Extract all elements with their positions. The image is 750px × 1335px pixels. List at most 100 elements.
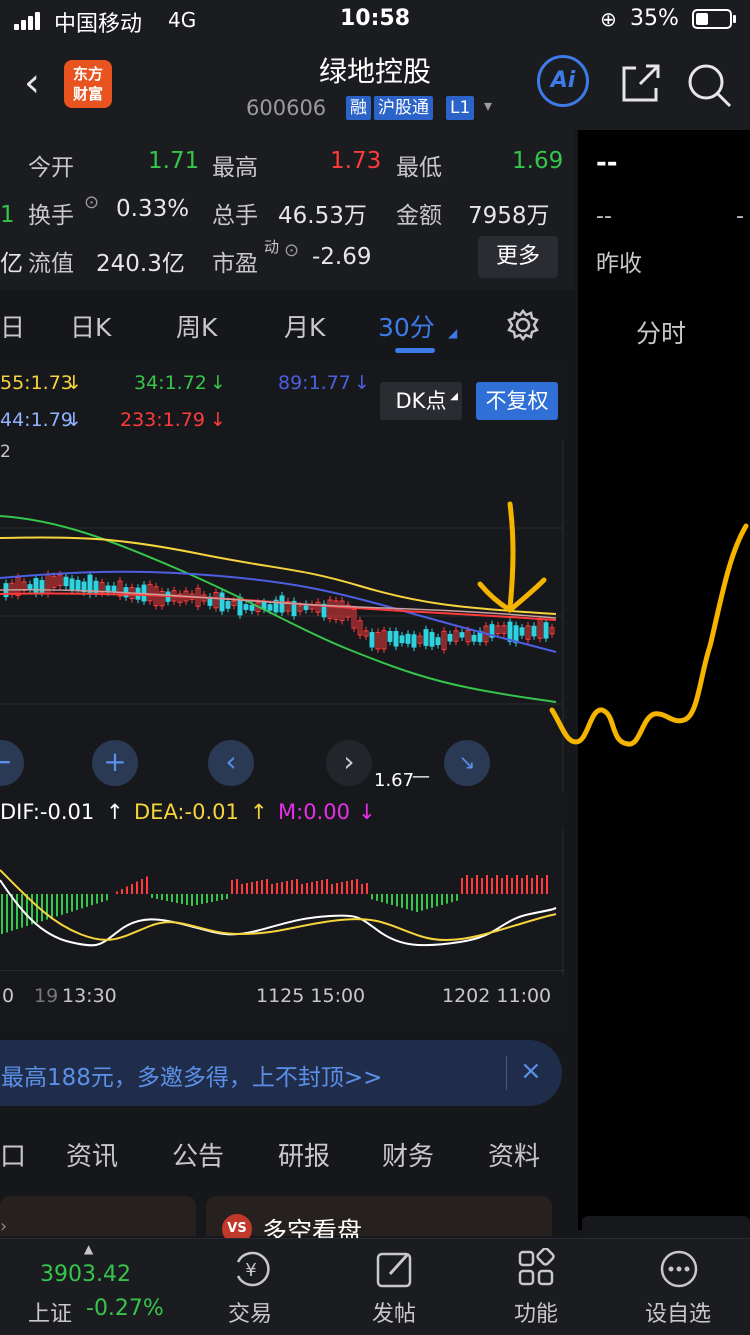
info-icon[interactable]: ⊙: [84, 192, 99, 213]
tab-monthly-k[interactable]: 月K: [284, 308, 325, 344]
pe-superscript: 动: [264, 238, 280, 256]
volume-value: 46.53万: [278, 203, 367, 229]
x-tick: 1202 11:00: [442, 985, 552, 1007]
price-placeholder: --: [596, 148, 618, 178]
share-icon[interactable]: [618, 62, 662, 106]
nav-trade[interactable]: 交易: [200, 1296, 300, 1328]
prev-close-label: 昨收: [596, 251, 642, 277]
high-value: 1.73: [330, 148, 382, 174]
x-tick: 13:30: [62, 985, 117, 1007]
battery-icon: [692, 9, 732, 29]
pct-placeholder: -: [736, 204, 744, 229]
tab-research[interactable]: 研报: [278, 1136, 330, 1173]
tab-news[interactable]: 资讯: [66, 1136, 118, 1173]
ma55-label: 55:1.73: [0, 372, 73, 394]
zoom-in-button[interactable]: +: [92, 740, 138, 786]
tab-weekly-k[interactable]: 周K: [176, 308, 217, 344]
open-label: 今开: [28, 155, 74, 181]
ma89-label: 89:1.77: [278, 372, 351, 394]
edit-icon[interactable]: [374, 1248, 416, 1290]
index-name: 上证: [28, 1302, 73, 1327]
info-icon[interactable]: ⊙: [284, 240, 299, 261]
rotation-lock-icon: ⊕: [600, 7, 617, 31]
yuan-icon[interactable]: ¥: [230, 1248, 272, 1290]
high-label: 最高: [212, 155, 258, 181]
tab-fenshi[interactable]: 分时: [636, 314, 686, 350]
up-arrow-icon: ↑: [106, 800, 124, 824]
low-label: 最低: [396, 155, 442, 181]
float-label: 流值: [28, 251, 74, 277]
close-icon[interactable]: ×: [520, 1056, 542, 1086]
down-arrow-icon: ↓: [210, 372, 226, 394]
tab-indicator: [395, 348, 435, 353]
ai-button[interactable]: Ai: [537, 55, 589, 107]
macd-svg: [0, 830, 564, 975]
signal-icon: [14, 11, 42, 30]
turnover-label: 换手: [28, 203, 74, 229]
stock-code: 600606: [246, 96, 327, 120]
down-arrow-icon: ↓: [354, 372, 370, 394]
x-tick: 1125 15:00: [256, 985, 366, 1007]
open-value: 1.71: [148, 148, 200, 174]
app-logo: 东方 财富: [64, 60, 112, 108]
tab-partial[interactable]: 口: [0, 1136, 26, 1173]
dea-label: DEA:-0.01: [134, 800, 239, 824]
down-arrow-icon: ↓: [210, 409, 226, 431]
down-arrow-icon: ↓: [66, 409, 82, 431]
ma233-label: 233:1.79: [120, 409, 205, 431]
low-value: 1.69: [512, 148, 564, 174]
margin-tag: 融: [346, 96, 371, 120]
card-left[interactable]: [0, 1196, 196, 1236]
scroll-left-button[interactable]: ‹: [208, 740, 254, 786]
tab-daily-k[interactable]: 日K: [70, 308, 111, 344]
no-adjust-button[interactable]: 不复权: [476, 382, 558, 420]
level-tag: L1: [446, 96, 475, 120]
pe-value: -2.69: [312, 244, 372, 270]
turnover-value: 0.33%: [116, 196, 190, 222]
tab-day-partial[interactable]: 日: [0, 308, 25, 344]
partial-left-unit: 亿: [0, 251, 23, 277]
card-bull-bear[interactable]: [206, 1196, 552, 1236]
float-cap-value: 240.3亿: [96, 251, 185, 277]
down-arrow-icon: ↓: [358, 800, 376, 824]
volume-label: 总手: [212, 203, 258, 229]
down-arrow-icon: ↓: [66, 372, 82, 394]
more-button[interactable]: 更多: [478, 236, 558, 278]
amount-label: 金额: [396, 203, 442, 229]
ma34-label: 34:1.72: [134, 372, 207, 394]
tab-finance[interactable]: 财务: [382, 1136, 434, 1173]
grid-icon[interactable]: [516, 1248, 558, 1290]
m-label: M:0.00: [278, 800, 350, 824]
nav-post[interactable]: 发帖: [344, 1296, 444, 1328]
partial-left-value: 1: [0, 202, 15, 228]
x-tick: 0: [2, 985, 15, 1007]
clock: 10:58: [340, 6, 411, 31]
carrier: 中国移动: [54, 12, 143, 37]
dk-point-button[interactable]: DK点 ◢: [380, 382, 462, 420]
index-value: 3903.42: [40, 1262, 131, 1287]
search-icon[interactable]: [686, 60, 734, 108]
back-icon[interactable]: ‹: [24, 60, 40, 106]
nav-watchlist[interactable]: 设自选: [628, 1296, 728, 1328]
pe-label: 市盈: [212, 251, 258, 277]
tab-announcements[interactable]: 公告: [172, 1136, 224, 1173]
promo-text[interactable]: 领最高188元，多邀多得，上不封顶>>: [0, 1058, 382, 1092]
low-marker-line: —: [412, 766, 430, 787]
scroll-right-button[interactable]: ›: [326, 740, 372, 786]
settings-icon[interactable]: [506, 308, 540, 342]
expand-up-icon[interactable]: ▲: [84, 1242, 93, 1256]
tab-30min[interactable]: 30分: [378, 308, 435, 344]
tab-profile[interactable]: 资料: [488, 1136, 540, 1173]
chevron-down-icon[interactable]: ▾: [484, 96, 492, 115]
amount-value: 7958万: [468, 203, 550, 229]
low-marker-label: 1.67: [374, 770, 415, 791]
network-type: 4G: [168, 8, 197, 32]
nav-features[interactable]: 功能: [486, 1296, 586, 1328]
hand-annotation: [477, 501, 749, 747]
battery-percent: 35%: [630, 6, 679, 31]
change-placeholder: --: [596, 204, 612, 229]
svg-text:¥: ¥: [245, 1260, 256, 1281]
corner-icon: ◢: [448, 326, 458, 340]
more-icon[interactable]: [658, 1248, 700, 1290]
x-tick: 19: [34, 985, 59, 1007]
